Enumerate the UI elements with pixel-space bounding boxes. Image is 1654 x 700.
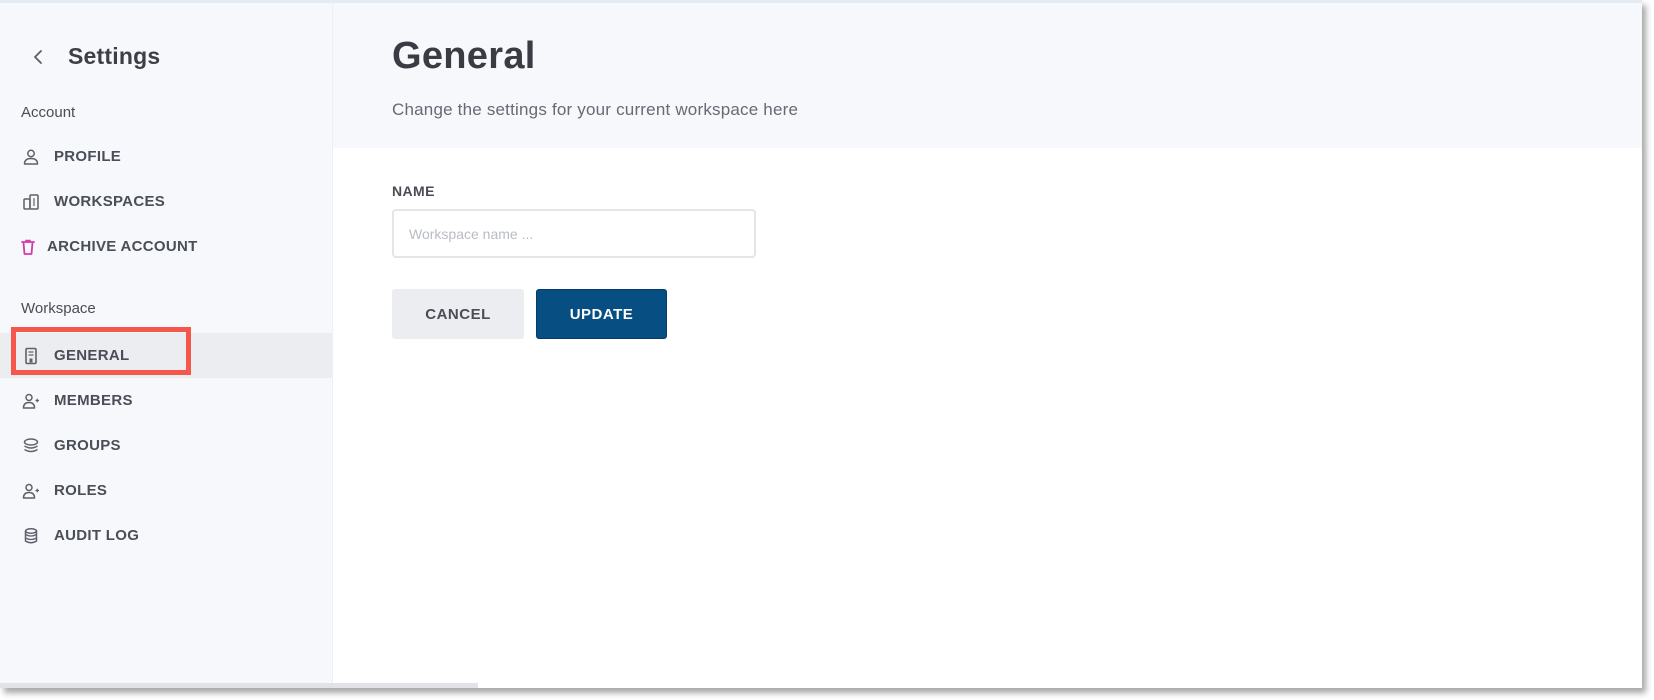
settings-window: Settings Account PROFILE WORKSPACES ARCH… <box>0 0 1642 688</box>
sidebar-item-label: PROFILE <box>54 148 122 165</box>
sidebar-item-profile[interactable]: PROFILE <box>0 134 332 179</box>
sidebar-item-members[interactable]: MEMBERS <box>0 378 332 423</box>
page-header: General Change the settings for your cur… <box>333 3 1642 148</box>
main-content: General Change the settings for your cur… <box>333 3 1642 688</box>
horizontal-scrollbar[interactable] <box>0 683 478 688</box>
sidebar-item-label: ARCHIVE ACCOUNT <box>47 238 198 255</box>
chevron-left-icon <box>34 50 42 64</box>
buildings-icon <box>22 193 40 211</box>
cancel-button[interactable]: CANCEL <box>392 289 524 339</box>
sidebar-item-groups[interactable]: GROUPS <box>0 423 332 468</box>
sidebar-item-archive-account[interactable]: ARCHIVE ACCOUNT <box>0 224 332 269</box>
sidebar-item-label: ROLES <box>54 482 108 499</box>
section-label-workspace: Workspace <box>21 300 96 317</box>
sidebar-item-workspaces[interactable]: WORKSPACES <box>0 179 332 224</box>
back-button[interactable] <box>26 41 50 73</box>
page-subtitle: Change the settings for your current wor… <box>392 100 799 119</box>
sidebar-item-roles[interactable]: ROLES <box>0 468 332 513</box>
building-icon <box>22 347 40 365</box>
sidebar-item-general[interactable]: GENERAL <box>0 333 332 378</box>
sidebar-item-label: GROUPS <box>54 437 121 454</box>
section-label-account: Account <box>21 104 76 121</box>
user-icon <box>22 148 40 166</box>
workspace-name-input[interactable] <box>392 209 756 258</box>
sidebar: Settings Account PROFILE WORKSPACES ARCH… <box>0 3 333 688</box>
database-icon <box>22 527 40 545</box>
sidebar-item-label: WORKSPACES <box>54 193 166 210</box>
sidebar-item-label: AUDIT LOG <box>54 527 140 544</box>
user-plus-icon <box>22 482 40 500</box>
page-title: General <box>392 35 536 77</box>
trash-icon <box>19 238 37 256</box>
sidebar-item-audit-log[interactable]: AUDIT LOG <box>0 513 332 558</box>
user-plus-icon <box>22 392 40 410</box>
name-field-label: NAME <box>392 183 435 199</box>
update-button[interactable]: UPDATE <box>536 289 667 339</box>
layers-icon <box>22 437 40 455</box>
sidebar-item-label: GENERAL <box>54 347 130 364</box>
sidebar-item-label: MEMBERS <box>54 392 133 409</box>
sidebar-title: Settings <box>68 43 161 69</box>
